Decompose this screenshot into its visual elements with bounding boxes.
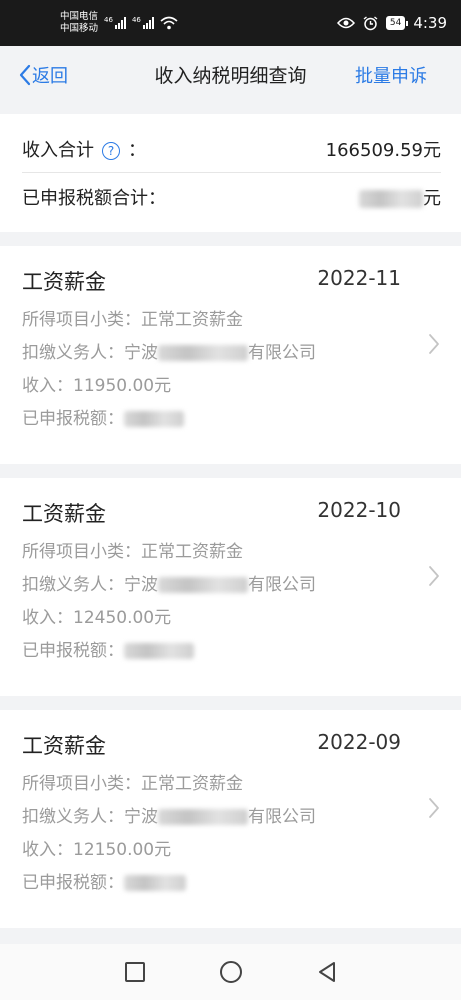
income-record-card[interactable]: 工资薪金 2022-11 所得项目小类：正常工资薪金 扣缴义务人：宁波 有限公司 … xyxy=(0,246,461,464)
income-record-card[interactable]: 工资薪金 2022-10 所得项目小类：正常工资薪金 扣缴义务人：宁波 有限公司 … xyxy=(0,478,461,696)
record-subcategory: 所得项目小类：正常工资薪金 xyxy=(22,774,243,794)
back-button[interactable]: 返回 xyxy=(18,62,68,88)
redacted-value xyxy=(124,643,194,659)
recent-apps-button[interactable] xyxy=(122,959,148,985)
chevron-right-icon xyxy=(429,566,439,586)
income-total-value: 166509.59元 xyxy=(325,140,441,161)
redacted-value xyxy=(124,875,186,891)
record-date: 2022-10 xyxy=(317,498,401,522)
chevron-left-icon xyxy=(19,64,31,86)
record-title: 工资薪金 xyxy=(22,270,106,294)
chevron-right-icon xyxy=(429,334,439,354)
triangle-back-icon xyxy=(318,962,335,982)
record-income: 收入：12450.00元 xyxy=(22,608,172,628)
back-label: 返回 xyxy=(32,66,68,87)
record-date: 2022-11 xyxy=(317,266,401,290)
income-total-row: 收入合计? ： 166509.59元 xyxy=(22,136,441,162)
declared-tax-total-label: 已申报税额合计： xyxy=(22,188,166,209)
home-button[interactable] xyxy=(218,959,244,985)
redacted-value xyxy=(158,345,248,361)
status-bar: 中国电信 中国移动 46 46 54 4:39 xyxy=(0,0,461,46)
record-income: 收入：12150.00元 xyxy=(22,840,172,860)
redacted-value xyxy=(158,809,248,825)
record-withholder: 扣缴义务人：宁波 有限公司 xyxy=(22,343,316,363)
chevron-right-icon xyxy=(429,798,439,818)
navigation-bar: 返回 收入纳税明细查询 批量申诉 xyxy=(0,46,461,100)
signal-2-icon: 46 xyxy=(132,17,154,29)
record-title: 工资薪金 xyxy=(22,734,106,758)
redacted-value xyxy=(359,190,423,208)
redacted-value xyxy=(124,411,184,427)
record-subcategory: 所得项目小类：正常工资薪金 xyxy=(22,542,243,562)
record-declared-tax: 已申报税额： xyxy=(22,636,194,661)
declared-tax-total-unit: 元 xyxy=(423,188,441,209)
income-total-colon: ： xyxy=(128,140,146,161)
eye-icon xyxy=(336,17,355,29)
clock: 4:39 xyxy=(413,14,447,32)
summary-panel: 收入合计? ： 166509.59元 已申报税额合计： 元 xyxy=(0,114,461,232)
battery-indicator: 54 xyxy=(385,16,409,30)
carrier-2: 中国移动 xyxy=(60,23,99,34)
system-back-button[interactable] xyxy=(314,959,340,985)
record-declared-tax: 已申报税额： xyxy=(22,868,186,893)
summary-divider xyxy=(22,172,441,173)
carrier-1: 中国电信 xyxy=(60,11,99,22)
system-navigation-bar xyxy=(0,944,461,1000)
record-withholder: 扣缴义务人：宁波 有限公司 xyxy=(22,575,316,595)
record-declared-tax: 已申报税额： xyxy=(22,404,184,429)
record-income: 收入：11950.00元 xyxy=(22,376,172,396)
batch-appeal-button[interactable]: 批量申诉 xyxy=(355,62,427,88)
record-date: 2022-09 xyxy=(317,730,401,754)
square-icon xyxy=(124,962,145,982)
signal-1-icon: 46 xyxy=(104,17,126,29)
record-subcategory: 所得项目小类：正常工资薪金 xyxy=(22,310,243,330)
record-title: 工资薪金 xyxy=(22,502,106,526)
circle-icon xyxy=(219,961,242,983)
declared-tax-total-row: 已申报税额合计： 元 xyxy=(22,184,441,210)
redacted-value xyxy=(158,577,248,593)
question-circle-icon[interactable]: ? xyxy=(102,142,120,160)
alarm-icon xyxy=(363,15,378,30)
income-record-card[interactable]: 工资薪金 2022-09 所得项目小类：正常工资薪金 扣缴义务人：宁波 有限公司 … xyxy=(0,710,461,928)
record-withholder: 扣缴义务人：宁波 有限公司 xyxy=(22,807,316,827)
income-total-label: 收入合计 xyxy=(22,140,94,161)
wifi-icon xyxy=(160,16,178,30)
carrier-info: 中国电信 中国移动 46 46 xyxy=(60,11,178,35)
